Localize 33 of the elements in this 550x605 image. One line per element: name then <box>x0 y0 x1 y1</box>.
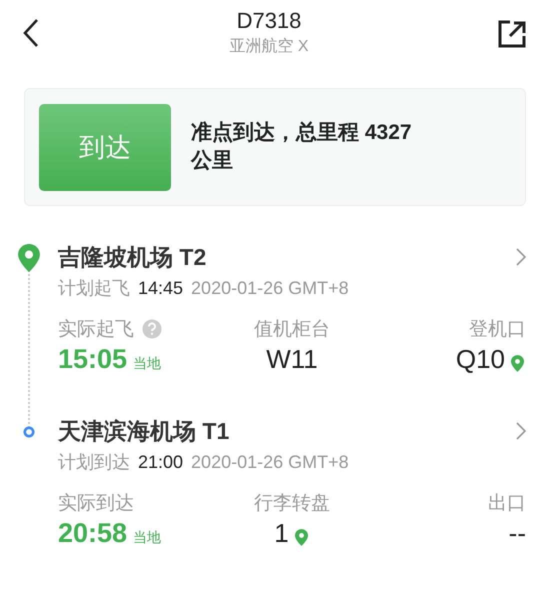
flight-number: D7318 <box>236 8 302 34</box>
info-label: 值机柜台 <box>254 318 330 342</box>
status-text: 准点到达，总里程 4327 公里 <box>191 120 413 174</box>
airline-name: 亚洲航空 X <box>229 36 309 57</box>
chevron-right-icon[interactable] <box>516 422 526 440</box>
scheduled-time: 14:45 <box>138 278 184 299</box>
info-label: 登机口 <box>469 318 526 342</box>
chevron-right-icon[interactable] <box>516 248 526 266</box>
info-value: W11 <box>266 344 318 375</box>
schedule-label: 计划到达 <box>58 451 130 474</box>
actual-time: 15:05 <box>58 344 128 375</box>
airport-name: 吉隆坡机场 T2 <box>58 242 206 272</box>
info-label: 出口 <box>488 492 526 516</box>
ring-icon <box>23 426 35 438</box>
local-time-tag: 当地 <box>133 355 162 373</box>
actual-time-label: 实际起飞 <box>58 318 134 342</box>
actual-time: 20:58 <box>58 518 128 549</box>
info-value: Q10 <box>456 344 505 375</box>
schedule-label: 计划起飞 <box>58 277 130 300</box>
scheduled-time: 21:00 <box>138 452 184 473</box>
actual-time-label: 实际到达 <box>58 492 134 516</box>
back-icon[interactable] <box>22 18 40 48</box>
status-badge: 到达 <box>39 104 171 190</box>
airport-name: 天津滨海机场 T1 <box>58 416 230 446</box>
info-label: 行李转盘 <box>254 492 330 516</box>
scheduled-date: 2020-01-26 GMT+8 <box>191 278 349 299</box>
location-pin-icon <box>18 244 40 272</box>
local-time-tag: 当地 <box>133 529 162 547</box>
scheduled-date: 2020-01-26 GMT+8 <box>191 452 349 473</box>
help-icon[interactable] <box>142 319 162 339</box>
info-value: -- <box>508 518 526 549</box>
info-value: 1 <box>274 518 289 549</box>
share-icon[interactable] <box>498 20 526 48</box>
